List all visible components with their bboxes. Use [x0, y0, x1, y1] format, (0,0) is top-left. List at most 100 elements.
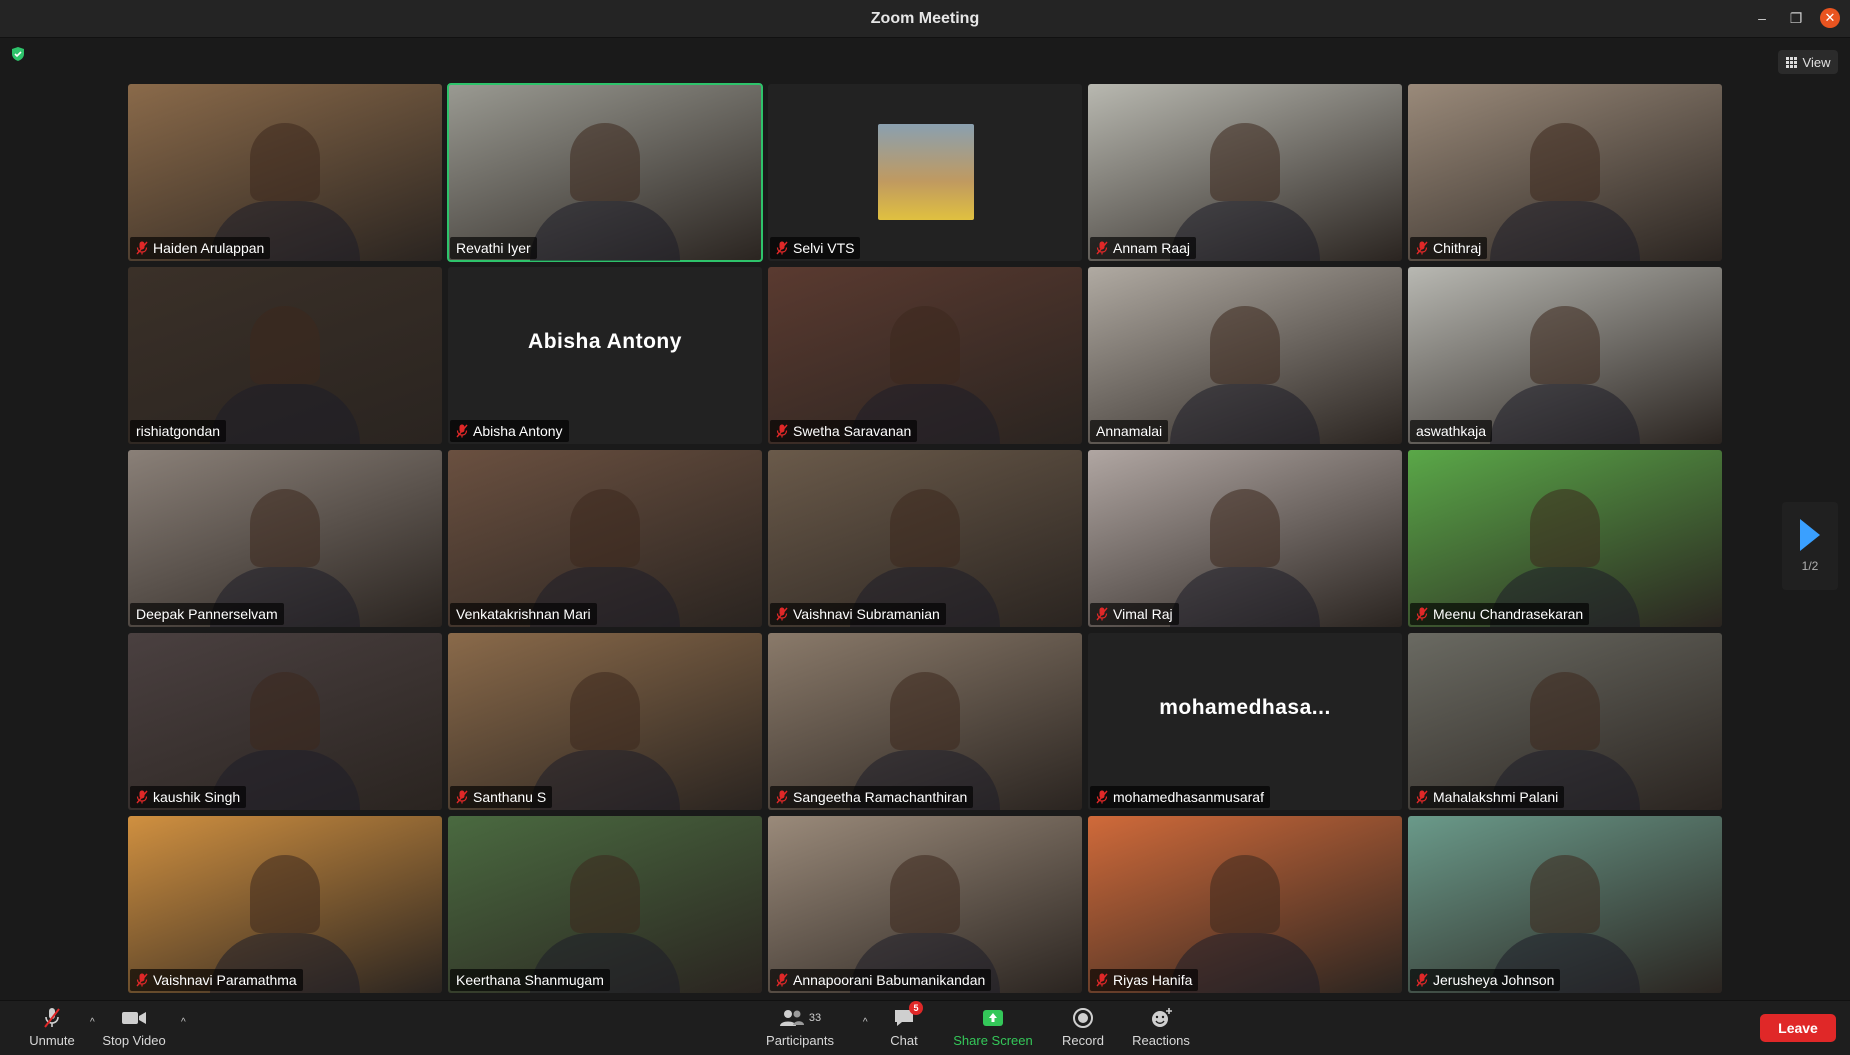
participant-name-label: Vaishnavi Subramanian	[770, 603, 946, 625]
participant-name: aswathkaja	[1416, 423, 1487, 439]
reactions-label: Reactions	[1132, 1033, 1190, 1048]
view-button[interactable]: View	[1778, 50, 1838, 74]
participant-tile[interactable]: Selvi VTS	[768, 84, 1082, 261]
participant-name: Annamalai	[1096, 423, 1163, 439]
participant-tile[interactable]: rishiatgondan	[128, 267, 442, 444]
record-button[interactable]: Record	[1058, 1007, 1108, 1053]
reactions-button[interactable]: Reactions	[1130, 1007, 1192, 1053]
participant-tile[interactable]: Santhanu S	[448, 633, 762, 810]
participant-tile[interactable]: Swetha Saravanan	[768, 267, 1082, 444]
participant-name: Mahalakshmi Palani	[1433, 789, 1559, 805]
share-screen-button[interactable]: Share Screen	[950, 1007, 1036, 1053]
muted-mic-icon	[1096, 790, 1108, 804]
participant-tile[interactable]: Vimal Raj	[1088, 450, 1402, 627]
participant-name: Vaishnavi Subramanian	[793, 606, 940, 622]
muted-mic-icon	[1416, 790, 1428, 804]
participant-name: Swetha Saravanan	[793, 423, 912, 439]
close-icon[interactable]: ✕	[1820, 8, 1840, 28]
participant-name-label: Selvi VTS	[770, 237, 861, 259]
participant-video-body	[210, 384, 360, 444]
participant-tile[interactable]: Riyas Hanifa	[1088, 816, 1402, 993]
participant-tile[interactable]: kaushik Singh	[128, 633, 442, 810]
window-controls: – ❐ ✕	[1752, 8, 1840, 28]
video-camera-icon	[122, 1012, 146, 1024]
participant-name: mohamedhasanmusaraf	[1113, 789, 1264, 805]
participant-video	[570, 671, 640, 750]
participant-name-label: Sangeetha Ramachanthiran	[770, 786, 974, 808]
muted-mic-icon	[456, 790, 468, 804]
participant-tile[interactable]: Abisha Antony Abisha Antony	[448, 267, 762, 444]
participant-name: kaushik Singh	[153, 789, 241, 805]
participant-tile[interactable]: Keerthana Shanmugam	[448, 816, 762, 993]
participants-button[interactable]: 33 ^ Participants	[762, 1007, 868, 1053]
participant-video-body	[1490, 384, 1640, 444]
participant-name: Vaishnavi Paramathma	[153, 972, 297, 988]
stop-video-label: Stop Video	[102, 1033, 166, 1048]
participant-display-name: Abisha Antony	[528, 329, 682, 353]
participants-caret-icon[interactable]: ^	[863, 1017, 868, 1028]
minimize-icon[interactable]: –	[1752, 8, 1772, 28]
muted-mic-icon	[1416, 607, 1428, 621]
meeting-toolbar: ^ Unmute ^ Stop Video 33 ^ Participants	[0, 1000, 1850, 1055]
muted-mic-icon	[1096, 607, 1108, 621]
participant-tile[interactable]: Annam Raaj	[1088, 84, 1402, 261]
participants-label: Participants	[766, 1033, 834, 1048]
page-indicator: 1/2	[1801, 559, 1819, 573]
participant-tile[interactable]: Deepak Pannerselvam	[128, 450, 442, 627]
participant-name-label: Vaishnavi Paramathma	[130, 969, 303, 991]
muted-mic-icon	[136, 241, 148, 255]
participant-video	[1530, 854, 1600, 933]
participant-name-label: Riyas Hanifa	[1090, 969, 1199, 991]
participant-tile[interactable]: Vaishnavi Paramathma	[128, 816, 442, 993]
participant-tile[interactable]: mohamedhasa... mohamedhasanmusaraf	[1088, 633, 1402, 810]
participant-tile[interactable]: Annamalai	[1088, 267, 1402, 444]
participant-tile[interactable]: Sangeetha Ramachanthiran	[768, 633, 1082, 810]
chat-button[interactable]: 5 Chat	[884, 1001, 924, 1053]
participant-tile[interactable]: Chithraj	[1408, 84, 1722, 261]
participant-name-label: Jerusheya Johnson	[1410, 969, 1561, 991]
next-arrow-icon	[1800, 519, 1820, 551]
participant-tile[interactable]: Meenu Chandrasekaran	[1408, 450, 1722, 627]
participant-tile[interactable]: Mahalakshmi Palani	[1408, 633, 1722, 810]
participant-name-label: Annamalai	[1090, 420, 1169, 442]
participant-tile[interactable]: Annapoorani Babumanikandan	[768, 816, 1082, 993]
unmute-caret-icon[interactable]: ^	[90, 1017, 95, 1028]
video-caret-icon[interactable]: ^	[181, 1017, 186, 1028]
record-label: Record	[1062, 1033, 1104, 1048]
security-shield-icon[interactable]	[10, 46, 26, 62]
participant-name-label: Meenu Chandrasekaran	[1410, 603, 1590, 625]
participant-name: Keerthana Shanmugam	[456, 972, 604, 988]
participant-name: Riyas Hanifa	[1113, 972, 1193, 988]
restore-icon[interactable]: ❐	[1786, 8, 1806, 28]
participant-video	[1210, 122, 1280, 201]
participant-tile[interactable]: Haiden Arulappan	[128, 84, 442, 261]
stop-video-button[interactable]: ^ Stop Video	[100, 1007, 186, 1053]
participant-name: Venkatakrishnan Mari	[456, 606, 591, 622]
unmute-button[interactable]: ^ Unmute	[26, 1007, 95, 1053]
participant-name-label: aswathkaja	[1410, 420, 1493, 442]
participant-name: Santhanu S	[473, 789, 547, 805]
participant-video	[890, 854, 960, 933]
window-title: Zoom Meeting	[870, 9, 980, 27]
participant-video	[250, 122, 320, 201]
participant-tile[interactable]: Jerusheya Johnson	[1408, 816, 1722, 993]
participant-tile[interactable]: Venkatakrishnan Mari	[448, 450, 762, 627]
participant-name-label: rishiatgondan	[130, 420, 227, 442]
participant-video	[1210, 305, 1280, 384]
participant-name: Annam Raaj	[1113, 240, 1191, 256]
participant-video	[1530, 671, 1600, 750]
participant-name: Vimal Raj	[1113, 606, 1173, 622]
leave-button[interactable]: Leave	[1760, 1014, 1836, 1042]
participant-tile[interactable]: Revathi Iyer	[447, 83, 763, 262]
participant-video	[250, 305, 320, 384]
participant-name-label: Venkatakrishnan Mari	[450, 603, 597, 625]
reactions-icon	[1152, 1008, 1172, 1027]
view-label: View	[1802, 54, 1831, 70]
next-page-button[interactable]: 1/2	[1782, 502, 1838, 590]
share-screen-icon	[983, 1010, 1003, 1026]
participant-tile[interactable]: Vaishnavi Subramanian	[768, 450, 1082, 627]
participant-name-label: Revathi Iyer	[450, 237, 537, 259]
participant-video	[890, 305, 960, 384]
participant-video-body	[530, 750, 680, 810]
participant-tile[interactable]: aswathkaja	[1408, 267, 1722, 444]
